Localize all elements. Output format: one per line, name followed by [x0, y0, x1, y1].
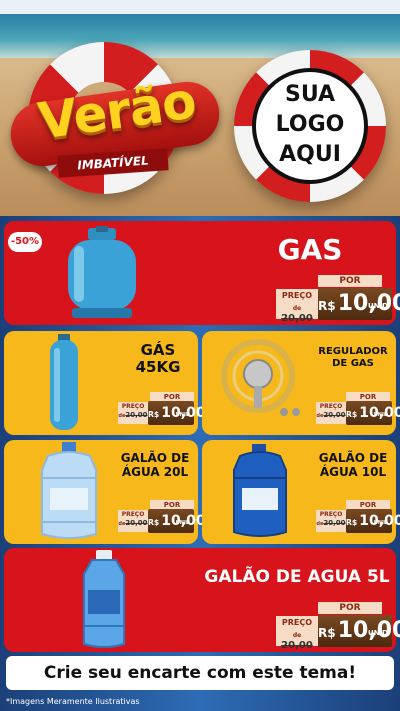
currency-symbol: R$	[318, 626, 336, 640]
old-price-box: PREÇO de20,00	[316, 402, 346, 424]
price-tag: UNID R$10,00	[148, 509, 206, 533]
unit-label: UNID	[175, 520, 190, 526]
product-title: GÁS 45KG	[135, 341, 181, 377]
old-price-box: PREÇO de 20,00	[276, 289, 318, 324]
cta-banner[interactable]: Crie seu encarte com este tema!	[6, 656, 394, 690]
old-price-prefix: de	[292, 305, 302, 312]
price-tag: UNID R$10,00	[318, 615, 400, 647]
product-title: GALÃO DE AGUA 5L	[204, 567, 390, 587]
logo-text-line: LOGO	[275, 112, 345, 137]
sky	[0, 0, 400, 14]
logo-text-line: AQUI	[279, 142, 341, 167]
old-price-box: PREÇO de 20,00	[276, 616, 318, 651]
old-price-prefix: de	[292, 632, 302, 639]
disclaimer: *Imagens Meramente Ilustrativas	[6, 697, 140, 706]
unit-label: UNID	[373, 520, 388, 526]
product-title: GALÃO DE ÁGUA 10L	[318, 451, 388, 479]
product-title: GALÃO DE ÁGUA 20L	[120, 451, 190, 479]
logo-text-line: SUA	[284, 82, 336, 107]
water-bottle-icon	[83, 550, 125, 648]
water-jug-icon	[41, 442, 97, 539]
currency-symbol: R$	[148, 410, 160, 419]
tall-gas-cylinder-icon	[50, 334, 78, 430]
unit-label: UNID	[373, 412, 388, 418]
currency-symbol: R$	[318, 299, 336, 313]
gas-regulator-icon	[221, 339, 300, 416]
currency-symbol: R$	[148, 518, 160, 527]
old-price: 20,00	[125, 411, 148, 419]
preco-label: PREÇO	[281, 291, 313, 300]
old-price-box: PREÇO de20,00	[316, 510, 346, 532]
old-price-box: PREÇO de20,00	[118, 510, 148, 532]
old-price: 20,00	[125, 519, 148, 527]
water-jug-icon	[233, 444, 287, 537]
old-price: 20,00	[323, 519, 346, 527]
por-label: POR	[318, 275, 382, 287]
preco-label: PREÇO	[319, 511, 343, 518]
sea-background	[0, 14, 400, 60]
unit-label: UNID	[368, 629, 388, 637]
preco-label: PREÇO	[121, 403, 145, 410]
price-tag: UNID R$10,00	[318, 288, 400, 320]
currency-symbol: R$	[346, 410, 358, 419]
preco-label: PREÇO	[281, 618, 313, 627]
por-label: POR	[318, 602, 382, 614]
price-tag: UNID R$10,00	[346, 509, 400, 533]
product-title: REGULADOR DE GAS	[318, 346, 388, 369]
gas-cylinder-icon	[68, 226, 136, 318]
old-price: 20,00	[323, 411, 346, 419]
old-price: 20,00	[281, 313, 313, 324]
unit-label: UNID	[368, 302, 388, 310]
old-price: 20,00	[281, 640, 313, 651]
product-title: GAS	[277, 233, 343, 266]
preco-label: PREÇO	[319, 403, 343, 410]
unit-label: UNID	[175, 412, 190, 418]
discount-badge: -50%	[8, 232, 42, 252]
preco-label: PREÇO	[121, 511, 145, 518]
price-tag: UNID R$10,00	[148, 401, 206, 425]
old-price-box: PREÇO de20,00	[118, 402, 148, 424]
price-tag: UNID R$10,00	[346, 401, 400, 425]
currency-symbol: R$	[346, 518, 358, 527]
